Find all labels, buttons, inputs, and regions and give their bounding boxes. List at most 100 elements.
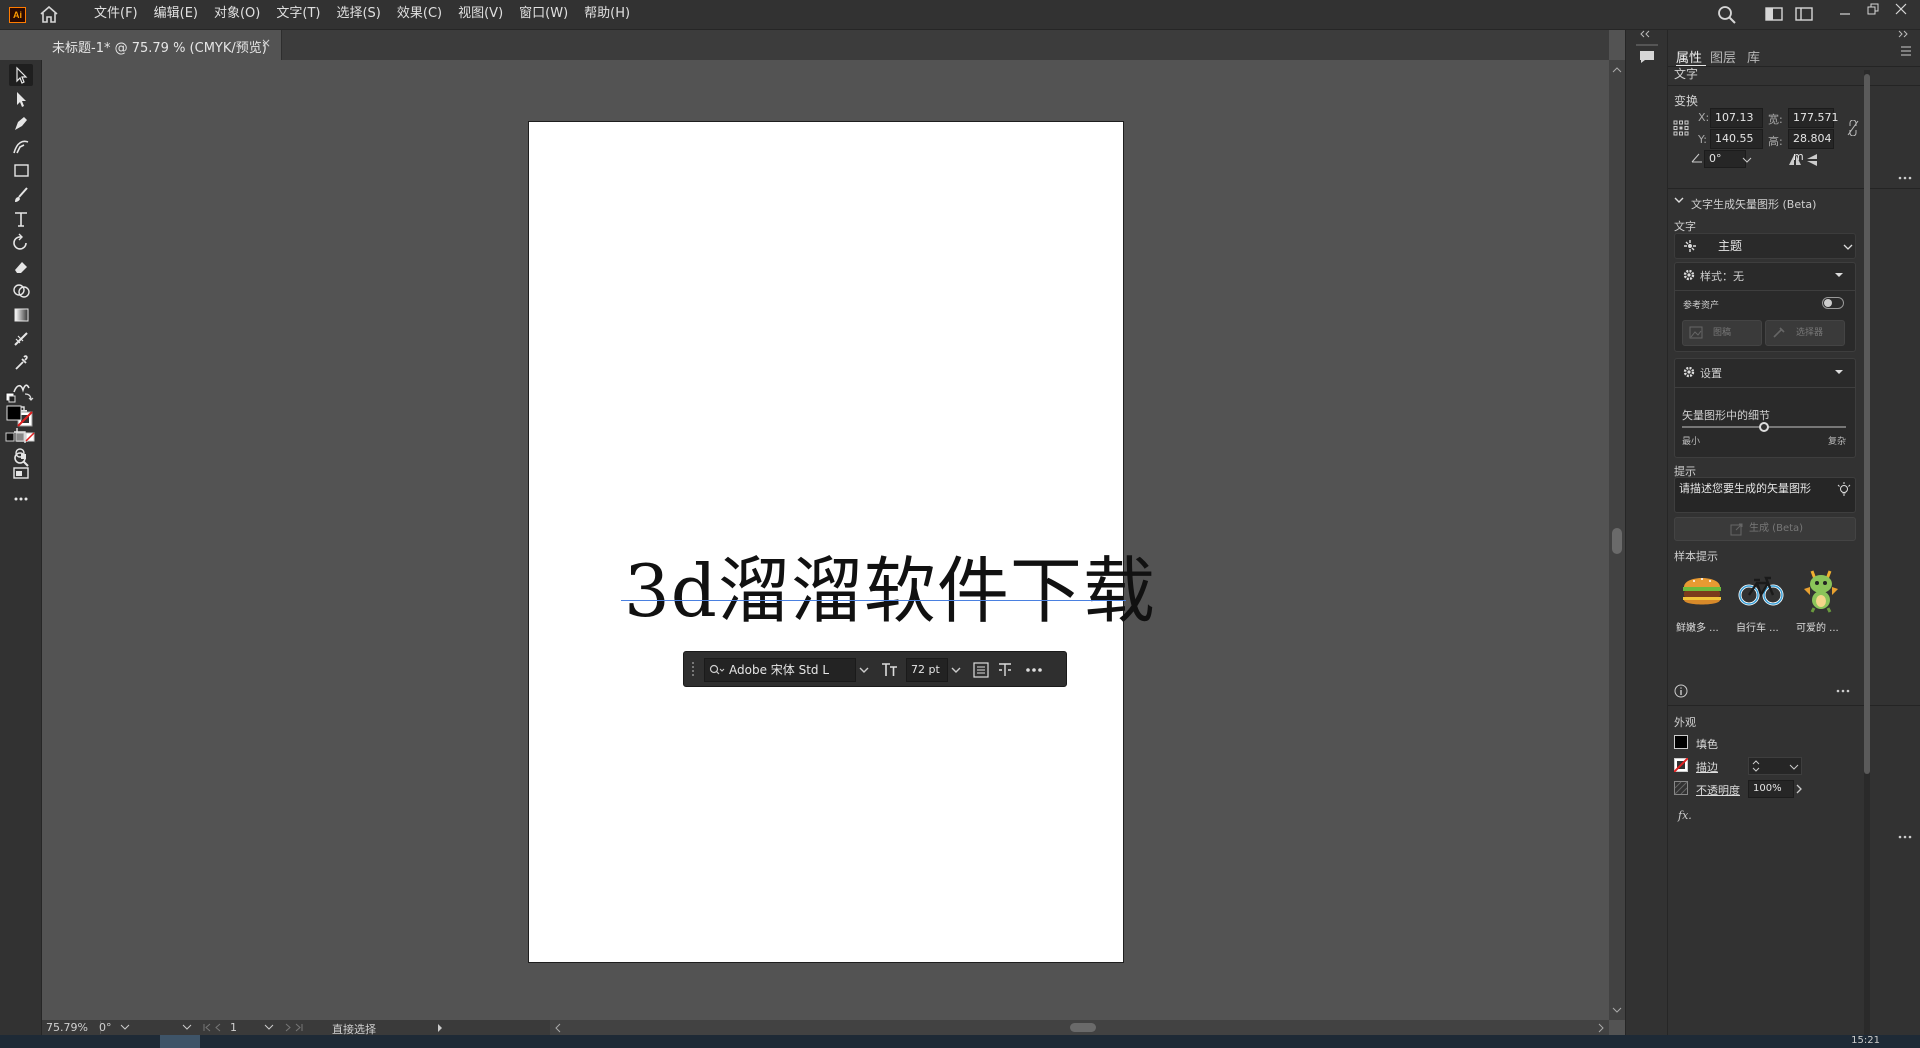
width-field[interactable]: 177.571	[1788, 108, 1839, 128]
type-tool-icon[interactable]	[9, 208, 33, 230]
reference-point-icon[interactable]	[1673, 120, 1689, 136]
rotation-value[interactable]: 0°	[99, 1021, 112, 1034]
selection-tool-icon[interactable]	[9, 64, 33, 86]
generate-button[interactable]: 生成 (Beta)	[1674, 517, 1856, 541]
eraser-tool-icon[interactable]	[9, 256, 33, 278]
shape-builder-tool-icon[interactable]	[9, 280, 33, 302]
vector-gen-more-icon[interactable]	[1836, 688, 1850, 694]
panel-scrollbar[interactable]	[1864, 70, 1870, 1035]
settings-label[interactable]: 设置	[1700, 365, 1722, 381]
stroke-weight-chevron-icon[interactable]	[1789, 763, 1799, 771]
draw-mode-icon[interactable]	[9, 442, 33, 464]
tab-layers[interactable]: 图层	[1710, 47, 1736, 66]
pen-tool-icon[interactable]	[9, 112, 33, 134]
close-icon[interactable]	[1894, 2, 1908, 16]
rotation-chevron-icon[interactable]	[182, 1023, 192, 1031]
comments-icon[interactable]	[1638, 48, 1656, 66]
reference-assets-toggle[interactable]	[1822, 297, 1844, 309]
canvas-area[interactable]: 3d溜溜软件下载 Adobe 宋体 Std L 72 pt	[42, 60, 1609, 1035]
more-tools-icon[interactable]	[9, 488, 33, 510]
scroll-up-icon[interactable]	[1612, 66, 1622, 74]
menu-file[interactable]: 文件(F)	[86, 0, 146, 30]
artboard-number[interactable]: 1	[230, 1021, 237, 1034]
taskbar-active-item[interactable]	[160, 1035, 200, 1048]
fill-swatch[interactable]	[1674, 735, 1688, 749]
stepper-icon[interactable]	[1752, 760, 1760, 772]
stroke-label[interactable]: 描边	[1696, 759, 1718, 775]
workspace-icon[interactable]	[1795, 7, 1813, 21]
zoom-chevron-icon[interactable]	[120, 1023, 130, 1031]
tab-libraries[interactable]: 库	[1747, 47, 1760, 66]
panel-scroll-thumb[interactable]	[1864, 74, 1870, 774]
zoom-level[interactable]: 75.79%	[46, 1021, 88, 1034]
restore-icon[interactable]	[1866, 2, 1880, 16]
height-field[interactable]: 28.804 m	[1788, 129, 1834, 163]
subject-dropdown[interactable]: 主题	[1674, 233, 1856, 259]
menu-effect[interactable]: 效果(C)	[389, 0, 450, 30]
direct-selection-tool-icon[interactable]	[9, 88, 33, 110]
menu-view[interactable]: 视图(V)	[450, 0, 511, 30]
lightbulb-icon[interactable]	[1837, 482, 1851, 498]
scroll-left-icon[interactable]	[554, 1023, 562, 1033]
panel-menu-icon[interactable]	[1900, 46, 1912, 56]
home-icon[interactable]	[40, 6, 58, 23]
picker-button[interactable]: 选择器	[1765, 320, 1845, 346]
stroke-swatch[interactable]	[1674, 758, 1688, 772]
menu-type[interactable]: 文字(T)	[268, 0, 328, 30]
scene-button[interactable]: 图稿	[1682, 320, 1762, 346]
sample-item-dragon[interactable]: 可爱的 ...	[1796, 567, 1848, 647]
font-size-field[interactable]: 72 pt	[906, 658, 948, 682]
first-artboard-icon[interactable]	[202, 1023, 224, 1032]
prompt-input[interactable]: 请描述您要生成的矢量图形	[1674, 477, 1856, 513]
last-artboard-icon[interactable]	[282, 1023, 304, 1032]
flip-vertical-icon[interactable]	[1806, 153, 1818, 167]
angle-chevron-icon[interactable]	[1742, 156, 1752, 164]
artboard-chevron-icon[interactable]	[264, 1023, 274, 1031]
collapse-panels-icon[interactable]	[1638, 29, 1654, 39]
horizontal-scroll-thumb[interactable]	[1070, 1023, 1096, 1032]
fx-icon[interactable]: fx.	[1678, 809, 1692, 822]
stroke-weight-field[interactable]	[1748, 757, 1802, 775]
mesh-tool-icon[interactable]	[9, 328, 33, 350]
menu-object[interactable]: 对象(O)	[206, 0, 268, 30]
close-tab-icon[interactable]: ×	[261, 36, 271, 50]
opacity-field[interactable]: 100%	[1748, 780, 1794, 798]
screen-mode-icon[interactable]	[9, 462, 33, 484]
drag-handle-icon[interactable]	[690, 660, 696, 680]
y-field[interactable]: 140.55 m	[1710, 129, 1763, 163]
x-field[interactable]: 107.13 m	[1710, 108, 1763, 142]
vertical-scrollbar[interactable]	[1609, 60, 1625, 1020]
style-dropdown-icon[interactable]	[1834, 272, 1844, 278]
sample-item-burger[interactable]: 鲜嫩多 ...	[1676, 567, 1728, 647]
menu-help[interactable]: 帮助(H)	[576, 0, 638, 30]
size-dropdown-chevron-icon[interactable]	[948, 658, 964, 682]
paintbrush-tool-icon[interactable]	[9, 184, 33, 206]
flip-horizontal-icon[interactable]	[1788, 154, 1802, 166]
more-options-icon[interactable]	[1024, 661, 1044, 679]
vertical-scroll-thumb[interactable]	[1612, 528, 1622, 554]
info-icon[interactable]	[1674, 684, 1688, 698]
font-family-field[interactable]: Adobe 宋体 Std L	[704, 658, 856, 682]
text-options-icon[interactable]	[996, 661, 1014, 679]
rotate-tool-icon[interactable]	[9, 232, 33, 254]
menu-select[interactable]: 选择(S)	[328, 0, 388, 30]
paragraph-align-icon[interactable]	[972, 661, 990, 679]
appearance-more-icon[interactable]	[1898, 834, 1912, 840]
search-icon[interactable]	[1716, 4, 1738, 26]
menu-window[interactable]: 窗口(W)	[511, 0, 576, 30]
font-dropdown-chevron-icon[interactable]	[856, 658, 872, 682]
tab-properties[interactable]: 属性	[1676, 47, 1702, 66]
rectangle-tool-icon[interactable]	[9, 160, 33, 182]
settings-dropdown-icon[interactable]	[1834, 369, 1844, 375]
constrain-proportions-icon[interactable]	[1847, 120, 1859, 136]
collapse-chevron-icon[interactable]	[1674, 196, 1684, 204]
expand-panel-icon[interactable]	[1894, 29, 1910, 39]
menu-edit[interactable]: 编辑(E)	[146, 0, 206, 30]
horizontal-scrollbar[interactable]	[550, 1020, 1609, 1035]
opacity-chevron-icon[interactable]	[1794, 780, 1804, 798]
angle-field[interactable]: 0°	[1704, 150, 1746, 168]
scroll-right-icon[interactable]	[1597, 1023, 1605, 1033]
scroll-down-icon[interactable]	[1612, 1006, 1622, 1014]
color-mode-icons[interactable]	[5, 432, 35, 442]
document-tab[interactable]: 未标题-1* @ 75.79 % (CMYK/预览) ×	[42, 30, 282, 60]
